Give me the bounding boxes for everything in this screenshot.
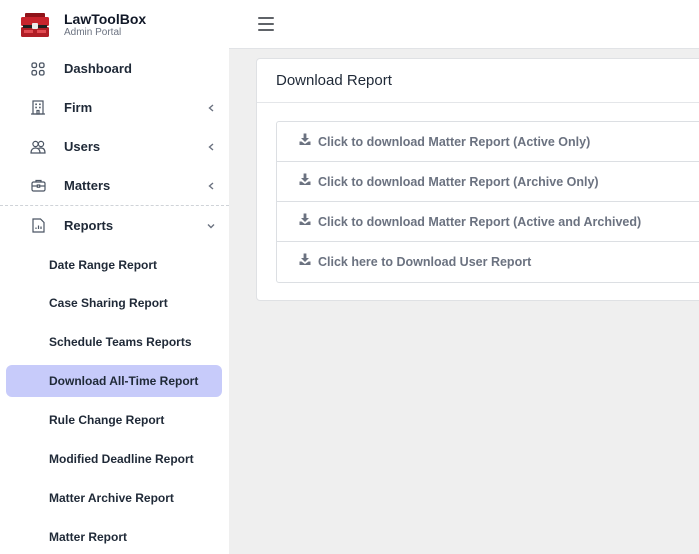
sidebar-item-users[interactable]: Users — [0, 127, 229, 166]
brand-subtitle: Admin Portal — [64, 27, 122, 38]
download-icon — [299, 133, 311, 145]
sidebar-subitem-label: Rule Change Report — [49, 413, 165, 427]
sidebar-subitem-matter-report[interactable]: Matter Report — [6, 521, 222, 553]
download-link-label: Click to download Matter Report (Archive… — [318, 175, 599, 189]
toolbox-logo-icon — [21, 13, 49, 37]
sidebar-subitem-label: Date Range Report — [49, 258, 158, 272]
briefcase-icon — [30, 178, 46, 194]
chevron-down-icon — [206, 221, 216, 231]
sidebar-subitem-modified-deadline-report[interactable]: Modified Deadline Report — [6, 443, 222, 475]
users-icon — [30, 139, 46, 155]
download-link-label: Click to download Matter Report (Active … — [318, 135, 591, 149]
sidebar-subitem-matter-archive-report[interactable]: Matter Archive Report — [6, 482, 222, 514]
download-link-matter-archive[interactable]: Click to download Matter Report (Archive… — [277, 162, 699, 202]
sidebar-subitem-rule-change-report[interactable]: Rule Change Report — [6, 404, 222, 436]
download-report-card: Download Report Click to download Matter… — [256, 58, 699, 301]
brand-name: LawToolBox — [64, 11, 147, 27]
download-link-matter-active[interactable]: Click to download Matter Report (Active … — [277, 122, 699, 162]
sidebar-subitem-label: Case Sharing Report — [49, 296, 168, 310]
sidebar-subitem-label: Modified Deadline Report — [49, 452, 194, 466]
grid-icon — [30, 61, 46, 77]
sidebar-item-label: Firm — [64, 100, 93, 115]
hamburger-icon[interactable] — [258, 17, 274, 31]
sidebar-subitem-schedule-teams-reports[interactable]: Schedule Teams Reports — [6, 326, 222, 358]
sidebar-subitem-label: Matter Report — [49, 530, 128, 544]
sidebar-subitem-date-range-report[interactable]: Date Range Report — [6, 249, 222, 281]
download-icon — [299, 213, 311, 225]
download-icon — [299, 173, 311, 185]
sidebar-item-matters[interactable]: Matters — [0, 166, 229, 205]
chevron-left-icon — [206, 103, 216, 113]
download-link-label: Click here to Download User Report — [318, 255, 532, 269]
download-link-matter-active-archived[interactable]: Click to download Matter Report (Active … — [277, 202, 699, 242]
sidebar-subitem-label: Download All-Time Report — [49, 374, 199, 388]
download-link-user-report[interactable]: Click here to Download User Report — [277, 242, 699, 282]
card-header: Download Report — [257, 59, 699, 103]
sidebar-subitem-label: Matter Archive Report — [49, 491, 174, 505]
top-bar — [229, 0, 699, 49]
sidebar-item-reports[interactable]: Reports — [0, 206, 229, 245]
sidebar-item-dashboard[interactable]: Dashboard — [0, 49, 229, 88]
sidebar-item-label: Reports — [64, 218, 114, 233]
download-icon — [299, 253, 311, 265]
sidebar: LawToolBox Admin Portal Dashboard Firm U… — [0, 0, 229, 554]
sidebar-item-label: Matters — [64, 178, 111, 193]
sidebar-subitem-case-sharing-report[interactable]: Case Sharing Report — [6, 287, 222, 319]
chevron-left-icon — [206, 181, 216, 191]
sidebar-item-label: Users — [64, 139, 101, 154]
download-link-label: Click to download Matter Report (Active … — [318, 215, 642, 229]
download-link-list: Click to download Matter Report (Active … — [276, 121, 699, 283]
sidebar-subitem-label: Schedule Teams Reports — [49, 335, 192, 349]
sidebar-subitem-download-all-time-report[interactable]: Download All-Time Report — [6, 365, 222, 397]
card-title: Download Report — [276, 72, 392, 89]
report-icon — [30, 218, 46, 234]
sidebar-item-label: Dashboard — [64, 61, 132, 76]
building-icon — [30, 100, 46, 116]
brand[interactable]: LawToolBox Admin Portal — [0, 0, 229, 50]
sidebar-item-firm[interactable]: Firm — [0, 88, 229, 127]
chevron-left-icon — [206, 142, 216, 152]
